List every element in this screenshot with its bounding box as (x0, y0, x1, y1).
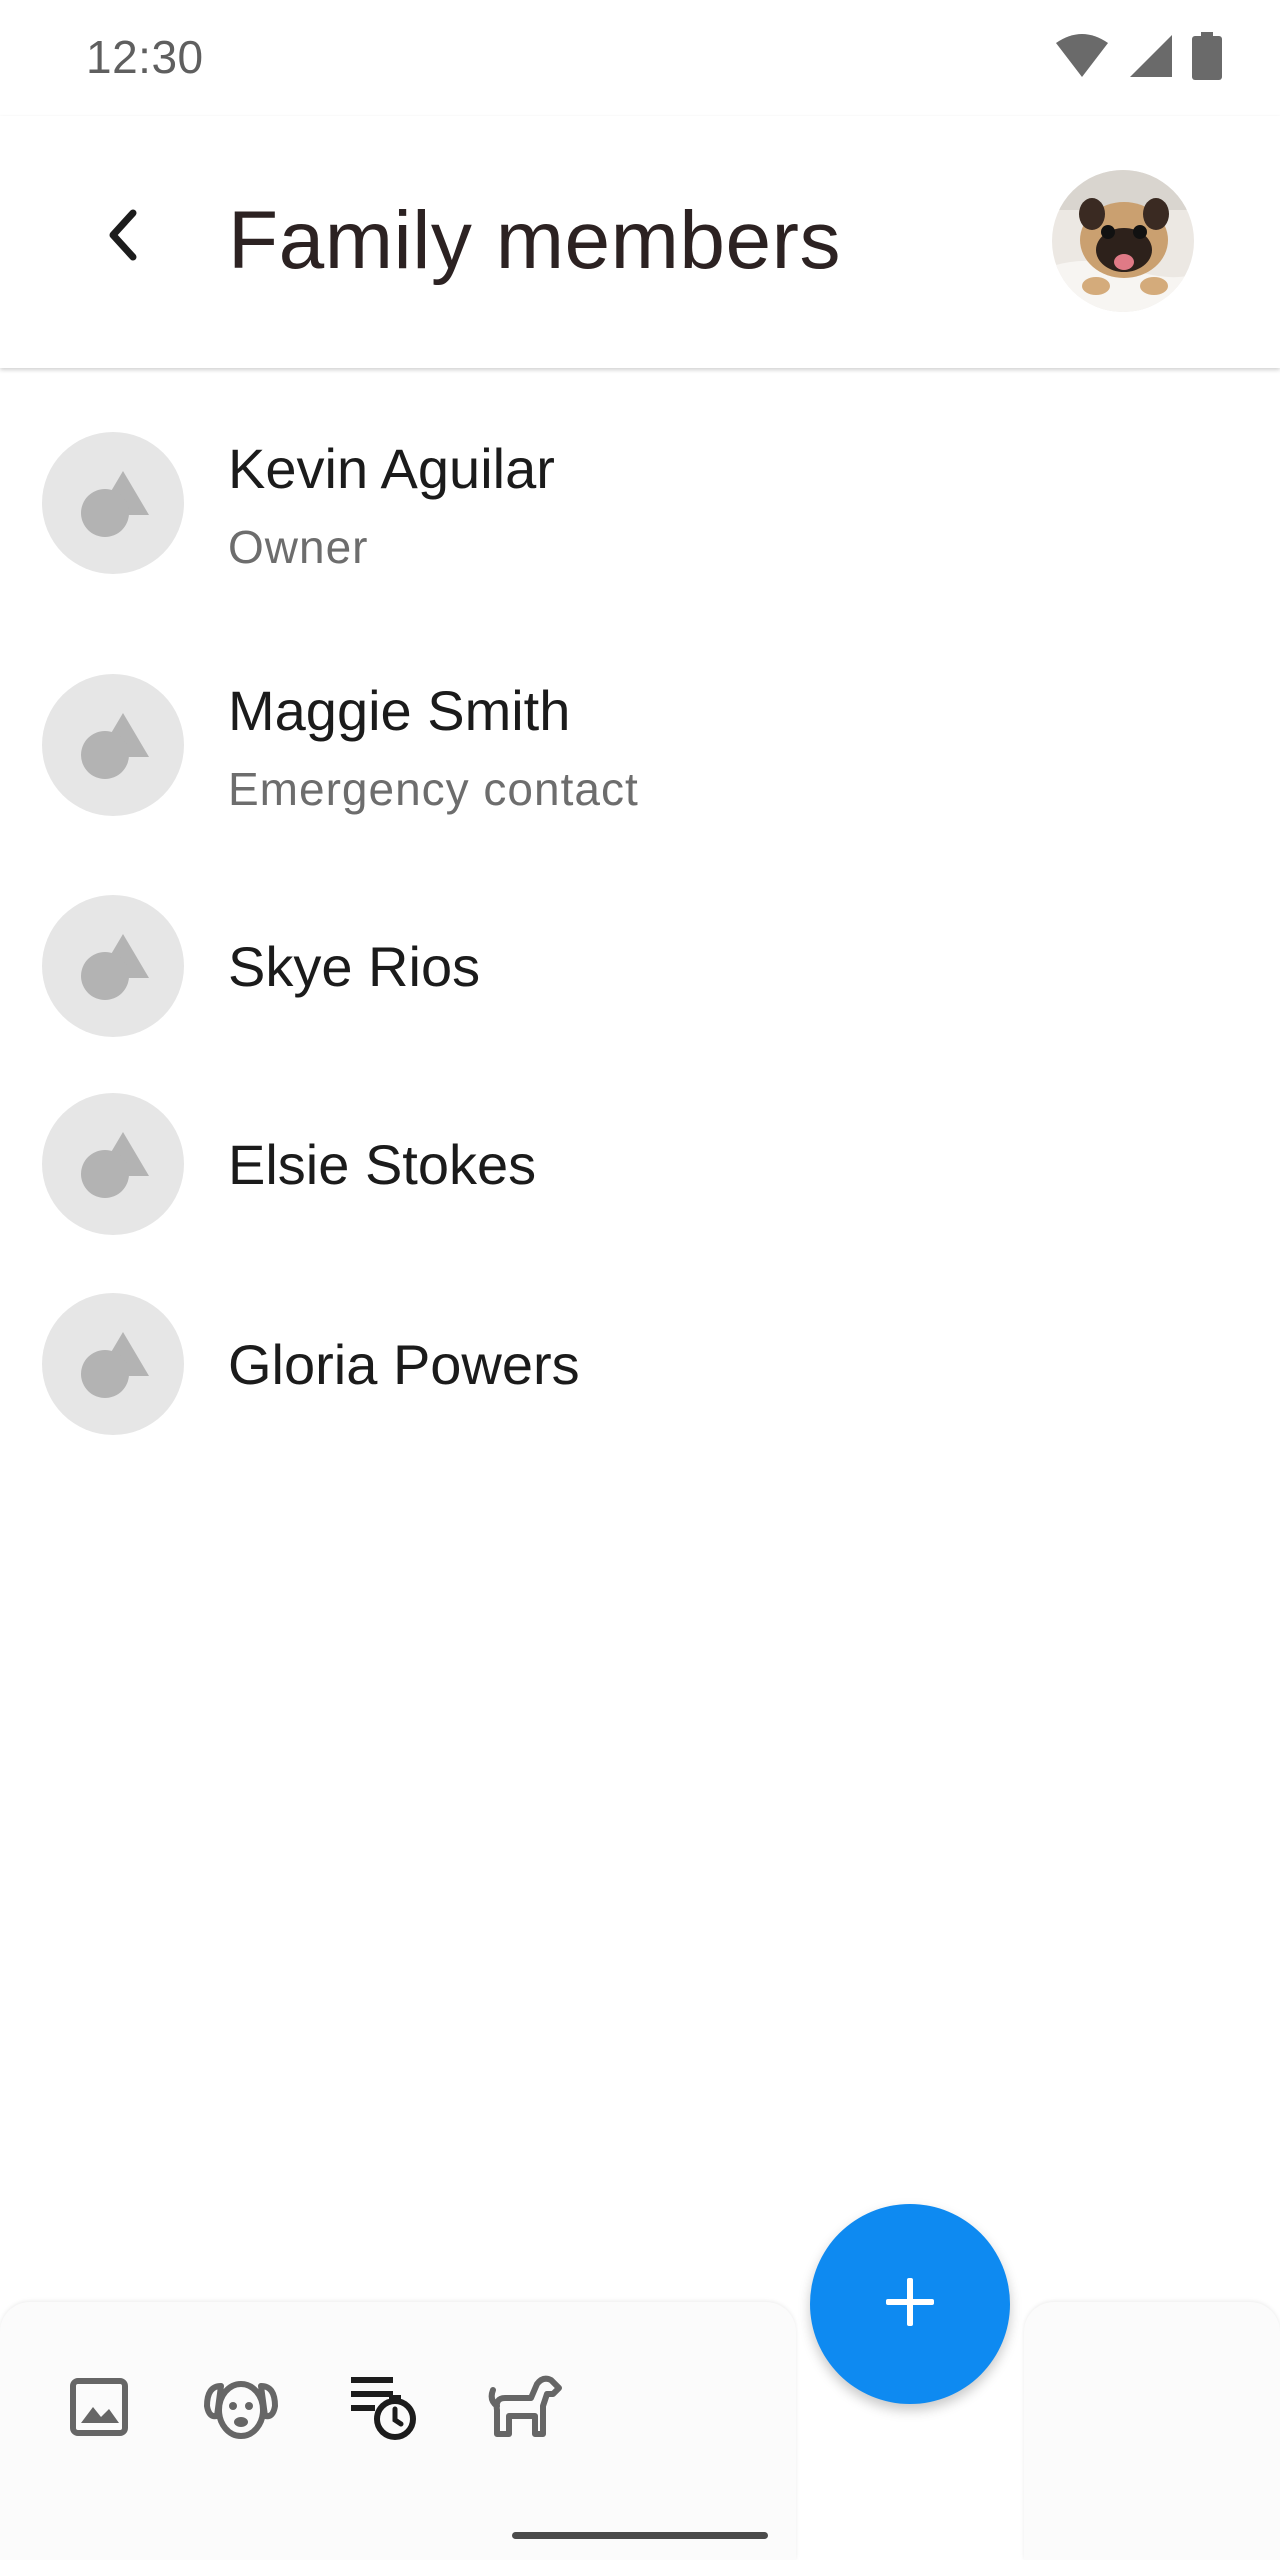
status-time: 12:30 (86, 31, 204, 83)
add-member-fab[interactable] (810, 2204, 1010, 2404)
page-title: Family members (228, 195, 841, 286)
placeholder-image-icon (63, 1112, 163, 1217)
member-name: Skye Rios (228, 935, 481, 998)
placeholder-image-icon (63, 914, 163, 1019)
nav-schedule-list-button[interactable] (344, 2370, 422, 2448)
nav-image-button[interactable] (60, 2370, 138, 2448)
member-row[interactable]: Gloria Powers (0, 1252, 1280, 1452)
dog-icon (487, 2372, 563, 2447)
member-avatar (42, 674, 184, 816)
chevron-left-icon (103, 207, 143, 268)
cellular-signal-icon (1128, 33, 1174, 79)
member-name: Kevin Aguilar (228, 437, 555, 500)
member-row[interactable]: Kevin Aguilar Owner (0, 370, 1280, 612)
profile-avatar[interactable] (1052, 170, 1194, 312)
member-row[interactable]: Maggie Smith Emergency contact (0, 612, 1280, 854)
plus-icon (882, 2274, 938, 2335)
member-name: Gloria Powers (228, 1333, 580, 1396)
member-role: Owner (228, 521, 369, 573)
member-row[interactable]: Skye Rios (0, 854, 1280, 1054)
placeholder-image-icon (63, 693, 163, 798)
member-role: Emergency contact (228, 763, 639, 815)
wifi-icon (1054, 33, 1110, 79)
battery-icon (1192, 32, 1222, 80)
top-app-bar: Family members (0, 116, 1280, 368)
bottom-bar-surface-right (1024, 2302, 1280, 2560)
pug-photo-image (1052, 170, 1194, 312)
member-avatar (42, 432, 184, 574)
member-name: Elsie Stokes (228, 1133, 537, 1196)
back-button[interactable] (82, 196, 164, 278)
nav-dog-face-button[interactable] (202, 2370, 280, 2448)
member-avatar (42, 895, 184, 1037)
dog-face-icon (203, 2372, 279, 2447)
home-indicator[interactable] (512, 2532, 768, 2539)
schedule-list-icon (347, 2371, 419, 2448)
placeholder-image-icon (63, 1312, 163, 1417)
member-avatar (42, 1093, 184, 1235)
image-icon (67, 2375, 131, 2444)
status-bar: 12:30 (0, 0, 1280, 116)
placeholder-image-icon (63, 451, 163, 556)
member-avatar (42, 1293, 184, 1435)
member-name: Maggie Smith (228, 679, 571, 742)
member-row[interactable]: Elsie Stokes (0, 1054, 1280, 1252)
nav-dog-button[interactable] (486, 2370, 564, 2448)
bottom-app-bar (0, 2302, 1280, 2560)
status-icons (1054, 32, 1222, 80)
